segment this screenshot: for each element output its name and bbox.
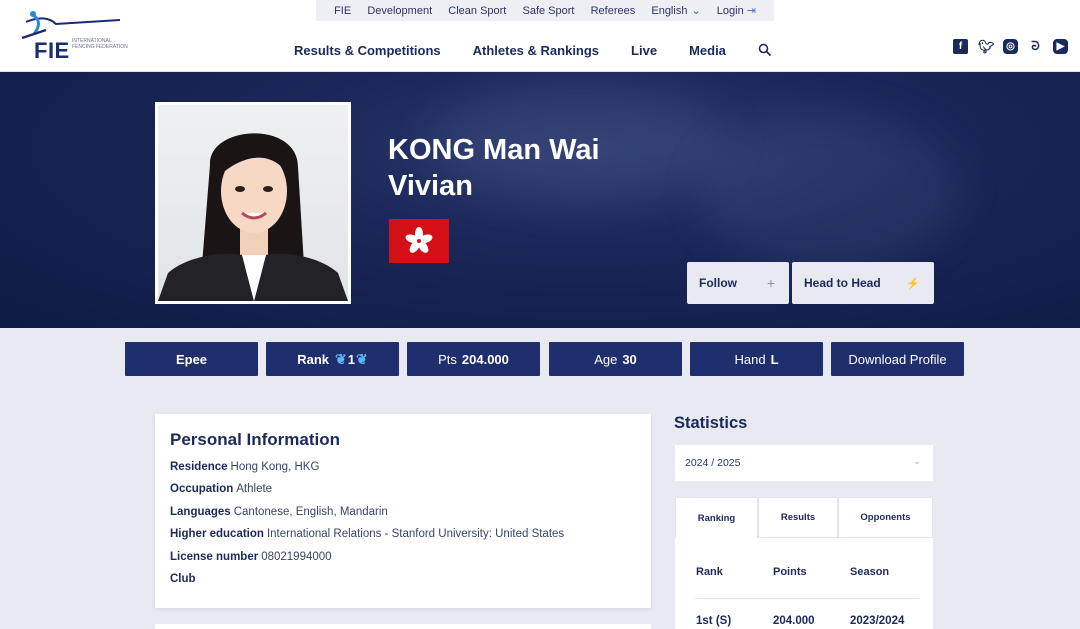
topbar-link-referees[interactable]: Referees — [591, 5, 636, 17]
login-label: Login — [716, 5, 744, 17]
login-link[interactable]: Login ⇥ — [717, 4, 756, 17]
chevron-down-icon: ⌄ — [912, 456, 921, 467]
hand-box: Hand L — [690, 342, 823, 376]
info-key: Higher education — [170, 528, 264, 541]
table-divider — [695, 598, 920, 599]
site-header: FIE INTERNATIONAL FENCING FEDERATION FIE… — [0, 0, 1080, 72]
hero-texture — [700, 112, 960, 272]
language-select[interactable]: English ⌄ — [651, 4, 700, 17]
age-box: Age 30 — [549, 342, 682, 376]
download-profile-button[interactable]: Download Profile — [831, 342, 964, 376]
next-card — [155, 624, 651, 629]
social-links: f 🐦︎ ◎ ᘒ ▶ — [943, 39, 1068, 54]
info-row-occupation: Occupation Athlete — [170, 478, 636, 500]
search-icon[interactable] — [758, 43, 772, 57]
column-header-points: Points — [773, 566, 807, 578]
info-row-education: Higher education International Relations … — [170, 523, 636, 545]
cell-rank: 1st (S) — [696, 615, 732, 627]
athlete-portrait — [158, 105, 348, 301]
points-label: Pts — [438, 351, 457, 367]
rank-label: Rank — [297, 351, 330, 367]
facebook-icon[interactable]: f — [953, 39, 968, 54]
main-nav: Results & Competitions Athletes & Rankin… — [294, 40, 772, 60]
nav-results-competitions[interactable]: Results & Competitions — [294, 43, 441, 58]
athlete-hero: KONG Man Wai Vivian Follow + Head to Hea… — [0, 72, 1080, 328]
age-value: 30 — [622, 351, 637, 367]
season-value: 2024 / 2025 — [685, 457, 741, 469]
personal-info-title: Personal Information — [170, 430, 341, 449]
tab-ranking[interactable]: Ranking — [675, 497, 758, 538]
head-to-head-label: Head to Head — [804, 276, 881, 290]
youtube-icon[interactable]: ▶ — [1053, 39, 1068, 54]
statistics-title: Statistics — [674, 414, 748, 432]
cell-season: 2023/2024 — [850, 615, 905, 627]
nav-athletes-rankings[interactable]: Athletes & Rankings — [473, 43, 599, 58]
info-value: Hong Kong, HKG — [230, 461, 320, 473]
logo-subtitle: INTERNATIONAL FENCING FEDERATION — [72, 38, 128, 50]
weibo-icon[interactable]: ᘒ — [1028, 39, 1043, 54]
info-value: 08021994000 — [261, 550, 332, 563]
info-key: Residence — [170, 461, 228, 473]
head-to-head-button[interactable]: Head to Head ⚡ — [792, 262, 934, 304]
download-profile-label: Download Profile — [848, 351, 947, 367]
info-row-club: Club — [170, 568, 636, 590]
hand-label: Hand — [734, 351, 766, 367]
points-value: 204.000 — [461, 351, 509, 367]
follow-button[interactable]: Follow + — [687, 262, 789, 304]
language-label: English — [651, 5, 688, 17]
instagram-icon[interactable]: ◎ — [1003, 39, 1018, 54]
nav-live[interactable]: Live — [631, 43, 657, 58]
fie-logo[interactable]: FIE INTERNATIONAL FENCING FEDERATION — [20, 8, 130, 64]
laurel-icon: ❦ — [356, 350, 368, 367]
logo-text: FIE — [34, 38, 70, 63]
info-key: Occupation — [170, 483, 234, 496]
ranking-table: Rank Points Season 1st (S) 204.000 2023/… — [675, 538, 933, 629]
chevron-down-icon: ⌄ — [691, 5, 701, 17]
column-header-rank: Rank — [696, 566, 723, 578]
season-select[interactable]: 2024 / 2025 ⌄ — [675, 445, 933, 481]
lightning-icon: ⚡ — [906, 277, 920, 290]
twitter-icon[interactable]: 🐦︎ — [978, 39, 995, 54]
login-icon: ⇥ — [746, 5, 756, 17]
info-value: International Relations - Stanford Unive… — [266, 528, 565, 541]
statistics-tabs: Ranking Results Opponents — [675, 497, 933, 538]
laurel-icon: ❦ — [335, 350, 347, 367]
info-value: Athlete — [236, 483, 273, 496]
top-utility-bar: FIE Development Clean Sport Safe Sport R… — [316, 0, 774, 21]
rank-box: Rank ❦ 1 ❦ — [266, 342, 399, 376]
age-label: Age — [594, 351, 618, 367]
hand-value: L — [770, 351, 779, 367]
info-key: Club — [170, 572, 196, 585]
cell-points: 204.000 — [773, 615, 815, 627]
info-key: Languages — [170, 505, 231, 518]
info-row-residence: Residence Hong Kong, HKG — [170, 456, 636, 478]
rank-value: 1 — [347, 351, 356, 367]
topbar-link-development[interactable]: Development — [367, 5, 432, 17]
bauhinia-icon — [405, 227, 433, 253]
weapon-box: Epee — [125, 342, 258, 376]
nav-media[interactable]: Media — [689, 43, 726, 58]
column-header-season: Season — [850, 566, 890, 578]
tab-opponents[interactable]: Opponents — [838, 497, 933, 538]
plus-icon: + — [766, 275, 775, 291]
topbar-link-safe-sport[interactable]: Safe Sport — [522, 5, 574, 17]
points-box: Pts 204.000 — [407, 342, 540, 376]
topbar-link-clean-sport[interactable]: Clean Sport — [448, 5, 506, 17]
weapon-value: Epee — [175, 351, 208, 367]
hong-kong-flag — [389, 219, 449, 263]
tab-results[interactable]: Results — [758, 497, 838, 538]
follow-label: Follow — [699, 276, 737, 290]
topbar-link-fie[interactable]: FIE — [334, 5, 351, 17]
info-value: Cantonese, English, Mandarin — [233, 505, 388, 518]
info-key: License number — [170, 550, 259, 563]
info-row-languages: Languages Cantonese, English, Mandarin — [170, 501, 636, 523]
info-row-license: License number 08021994000 — [170, 546, 636, 568]
athlete-name: KONG Man Wai Vivian — [388, 134, 600, 202]
personal-info-card: Personal Information Residence Hong Kong,… — [155, 414, 651, 608]
athlete-photo — [155, 102, 351, 304]
